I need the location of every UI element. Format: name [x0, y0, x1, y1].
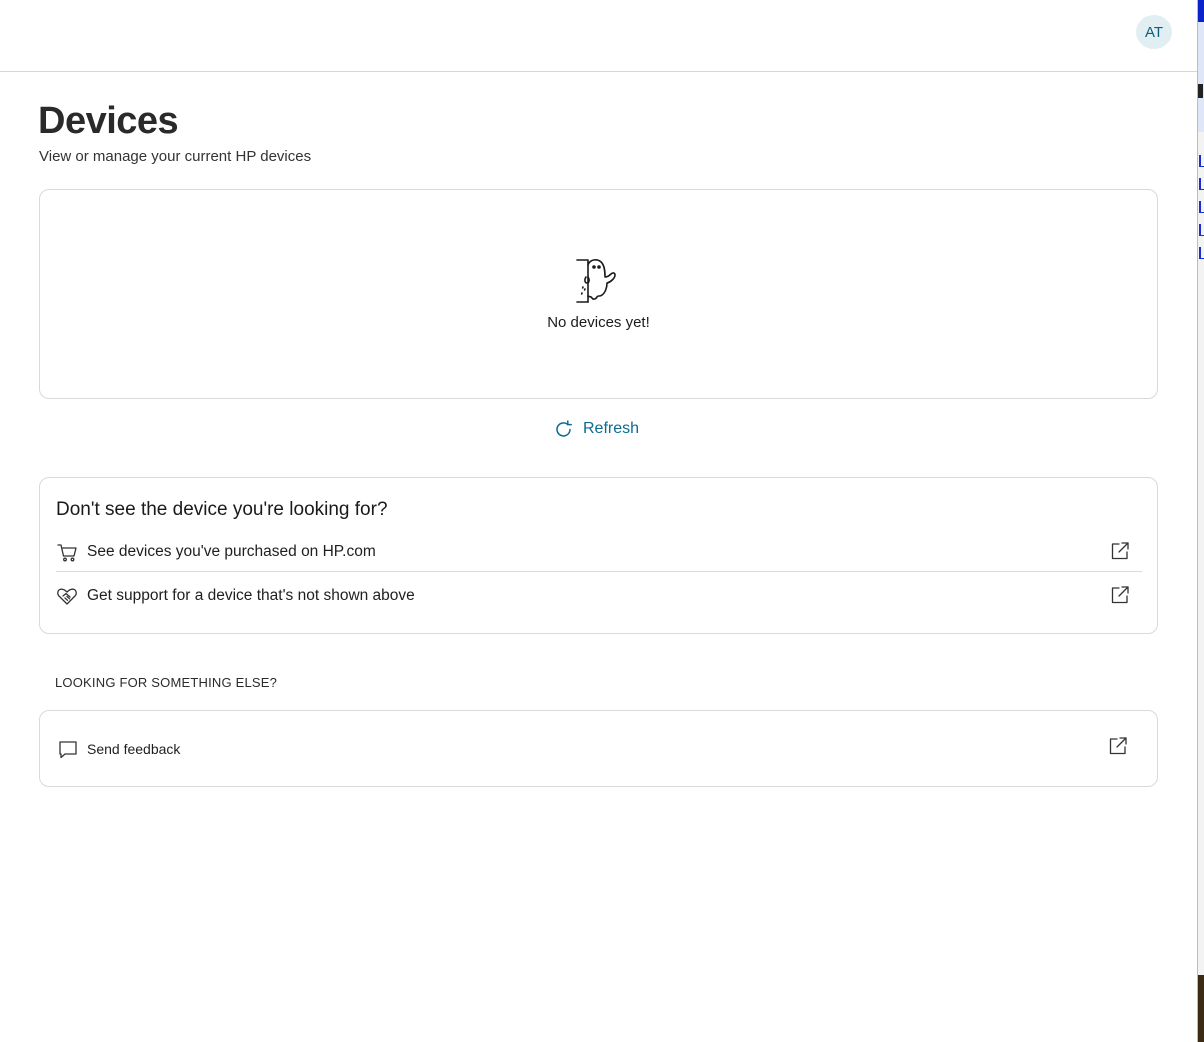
heart-handshake-icon	[57, 588, 77, 605]
external-link-icon	[1111, 586, 1129, 604]
chat-bubble-icon	[59, 741, 77, 759]
send-feedback-card[interactable]: Send feedback	[39, 710, 1158, 787]
page-title: Devices	[38, 100, 179, 142]
ghost-peeking-icon	[576, 259, 616, 303]
refresh-icon	[556, 419, 572, 437]
section-label-other: LOOKING FOR SOMETHING ELSE?	[55, 675, 278, 690]
empty-devices-message: No devices yet!	[547, 314, 650, 331]
help-card-title: Don't see the device you're looking for?	[56, 499, 388, 520]
top-bar: AT	[0, 0, 1197, 72]
send-feedback-label: Send feedback	[87, 741, 181, 757]
external-link-icon	[1111, 542, 1129, 560]
device-support-link[interactable]: Get support for a device that's not show…	[56, 576, 1142, 616]
external-link-icon	[1109, 737, 1127, 755]
cart-icon	[57, 543, 77, 561]
refresh-label: Refresh	[583, 420, 640, 437]
device-support-label: Get support for a device that's not show…	[87, 587, 415, 604]
refresh-button[interactable]: Refresh	[553, 418, 639, 440]
devices-empty-card: No devices yet!	[39, 189, 1158, 399]
devices-page: AT Devices View or manage your current H…	[0, 0, 1197, 1042]
purchased-devices-label: See devices you've purchased on HP.com	[87, 542, 376, 560]
background-window-edge	[1197, 0, 1204, 1042]
page-subtitle: View or manage your current HP devices	[39, 148, 312, 165]
device-help-card: Don't see the device you're looking for?…	[39, 477, 1158, 634]
user-avatar[interactable]: AT	[1136, 15, 1172, 49]
purchased-devices-link[interactable]: See devices you've purchased on HP.com	[56, 532, 1142, 572]
